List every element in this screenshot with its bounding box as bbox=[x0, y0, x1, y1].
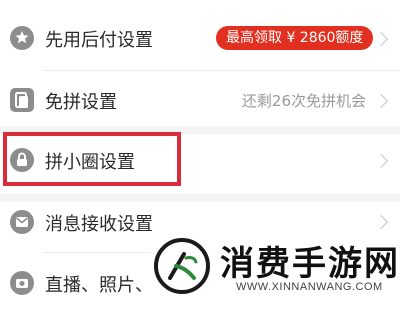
free-group-icon bbox=[10, 88, 34, 112]
watermark: 消费手游网 WWW.XINNANWANG.COM bbox=[150, 232, 400, 299]
menu-item-label: 直播、照片、 bbox=[45, 275, 153, 296]
watermark-logo-icon bbox=[154, 238, 210, 294]
chevron-right-icon bbox=[373, 93, 389, 109]
menu-item-label: 消息接收设置 bbox=[45, 214, 153, 235]
live-photo-icon bbox=[10, 271, 34, 295]
highlight-box bbox=[3, 132, 181, 186]
chevron-right-icon bbox=[373, 31, 389, 47]
free-group-remaining-hint: 还剩26次免拼机会 bbox=[241, 92, 366, 110]
chevron-right-icon bbox=[373, 214, 389, 230]
message-icon bbox=[10, 210, 34, 234]
menu-item-pay-later[interactable]: 先用后付设置 最高领取 ¥ 2860额度 bbox=[0, 6, 400, 70]
menu-item-label: 先用后付设置 bbox=[45, 30, 153, 51]
menu-item-label: 免拼设置 bbox=[45, 92, 117, 113]
credit-limit-badge: 最高领取 ¥ 2860额度 bbox=[216, 26, 374, 50]
pay-later-icon bbox=[10, 26, 34, 50]
chevron-right-icon bbox=[373, 153, 389, 169]
watermark-brand: 消费手游网 bbox=[220, 244, 400, 284]
watermark-url: WWW.XINNANWANG.COM bbox=[236, 281, 383, 293]
section-separator bbox=[0, 194, 400, 202]
